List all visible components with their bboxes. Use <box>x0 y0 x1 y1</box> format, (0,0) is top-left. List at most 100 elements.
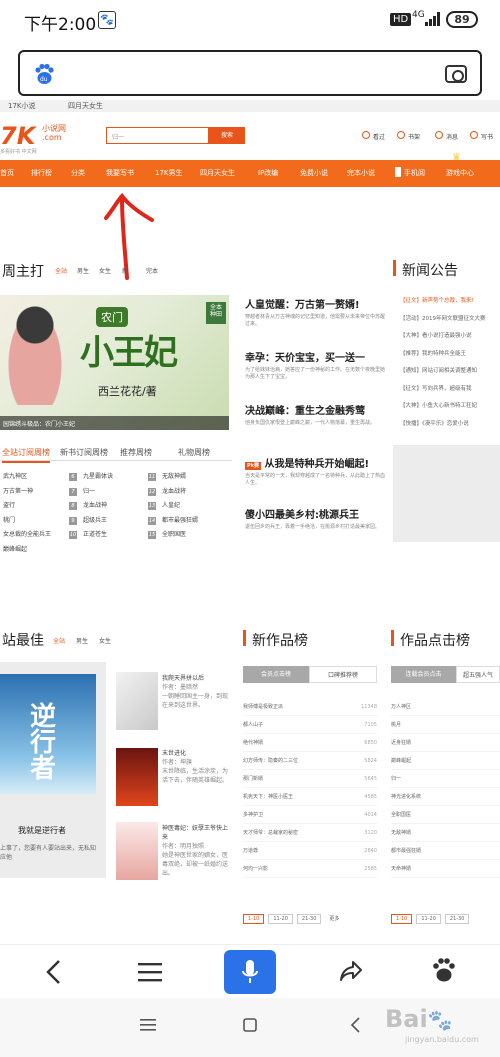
side-book-cover[interactable] <box>116 672 158 730</box>
list-item-title[interactable]: 绝代神婿 <box>243 740 263 746</box>
side-book-info[interactable]: 末世进化 作者：坤旗 末世降临，生活涂炭，为活下去，伴随英雄崛起。 <box>162 749 232 785</box>
page-11-20[interactable]: 11-20 <box>416 914 441 924</box>
browser-search-bar[interactable]: du <box>18 50 482 96</box>
site-search-button[interactable]: 搜索 <box>209 127 245 144</box>
side-book-title[interactable]: 神医毒妃：妖孽王爷快上来 <box>162 824 232 842</box>
list-item[interactable]: 幻方师传：隐秦的二三位 5824 <box>243 752 377 770</box>
rank-item[interactable]: 万古第一神 <box>3 486 67 501</box>
rank-item[interactable]: 11 无敌神婿 <box>148 471 230 486</box>
filter-female[interactable]: 女生 <box>99 266 111 275</box>
strip-tab-17k[interactable]: 17K小说 <box>8 101 36 111</box>
home-square-icon[interactable] <box>243 1018 257 1032</box>
back-icon[interactable] <box>44 959 64 985</box>
notice-text[interactable]: 2019年网文联盟征文大赛 <box>422 316 486 322</box>
list-item-title[interactable]: 多神护卫 <box>243 812 263 818</box>
best-book-title[interactable]: 我就是逆行者 <box>18 825 66 836</box>
list-item[interactable]: 天命神婿 <box>391 860 500 878</box>
filter-male[interactable]: 男生 <box>76 636 88 645</box>
filter-new[interactable]: 新 <box>122 266 128 275</box>
list-item[interactable]: 那门新婿 5645 <box>243 770 377 788</box>
best-book-card[interactable]: 逆行者 我就是逆行者 上事了，您要有人要站出来，无私知应他 <box>0 662 106 878</box>
list-item[interactable]: 万人神区 <box>391 698 500 716</box>
nav-female[interactable]: 四月天女生 <box>200 168 235 178</box>
rank-item[interactable]: 12 龙血战将 <box>148 486 230 501</box>
notice-text[interactable]: 看小说打造最强小说 <box>422 333 472 339</box>
notice-text[interactable]: 《凄平乐》恋爱小说 <box>422 421 469 427</box>
nav-ip[interactable]: IP改编 <box>258 168 278 178</box>
tab-serial-click[interactable]: 连载会员点击 <box>391 666 456 683</box>
link-history[interactable]: 看过 <box>373 132 385 141</box>
rank-title[interactable]: 全职国医 <box>162 531 186 538</box>
nav-home[interactable]: 首页 <box>0 168 14 178</box>
news-headline[interactable]: 幸孕：天价宝宝，买一送一 <box>245 349 385 364</box>
side-book-title[interactable]: 我爬天界拼以后 <box>162 674 232 683</box>
notice-text[interactable]: 网站订阅相关调整通知 <box>422 368 477 374</box>
tab-all-subscribe[interactable]: 全站订阅周榜 <box>2 447 50 463</box>
list-item[interactable]: 我师傅是极致正派 11348 <box>243 698 377 716</box>
rank-item[interactable]: 女总裁的全能兵王 <box>3 529 67 544</box>
rank-title[interactable]: 人皇纪 <box>162 502 180 509</box>
list-item[interactable]: 何均一兴影 2585 <box>243 860 377 878</box>
rank-title[interactable]: 九星霸体诀 <box>83 473 113 480</box>
strip-tab-april[interactable]: 四月天女生 <box>68 101 103 111</box>
recents-menu-icon[interactable] <box>140 1018 156 1032</box>
tab-gift[interactable]: 礼物周榜 <box>178 447 210 458</box>
list-item-title[interactable]: 天才师爷：总裁家的秘密 <box>243 830 298 836</box>
filter-all[interactable]: 全站 <box>55 266 67 275</box>
list-item[interactable]: 万道尊 2840 <box>243 842 377 860</box>
tab-member-click[interactable]: 会员点击榜 <box>243 666 309 683</box>
news-headline-row[interactable]: Pk赛 从我是特种兵开始崛起! <box>245 455 385 470</box>
list-item[interactable]: 神光进化系统 <box>391 788 500 806</box>
link-messages[interactable]: 消息 <box>446 132 458 141</box>
rank-title[interactable]: 都市最强狂婿 <box>162 517 198 524</box>
list-item[interactable]: 机宪天下：神医小医王 4585 <box>243 788 377 806</box>
side-book-info[interactable]: 我爬天界拼以后 作者：墨暗然 一朝睡回国主一身，到现在来到这世界。 <box>162 674 232 710</box>
nav-write[interactable]: 我要写书 <box>106 168 134 178</box>
notice-item[interactable]: 【快播】《凄平乐》恋爱小说 <box>400 419 500 437</box>
rank-item[interactable]: 10 正道苍生 <box>69 529 144 544</box>
rank-title[interactable]: 龙血战神 <box>83 502 107 509</box>
notice-text[interactable]: 我的特种兵全能王 <box>422 351 466 357</box>
news-item[interactable]: 人皇觉醒：万古第一赘婿! 穿越者林青从万古神魂的记忆里知道，他需要从未来帝位中苏… <box>245 296 385 328</box>
list-item[interactable]: 全职国医 <box>391 806 500 824</box>
list-item[interactable]: 天才师爷：总裁家的秘密 3120 <box>243 824 377 842</box>
voice-search-button[interactable] <box>224 950 276 994</box>
list-item[interactable]: 绝代神婿 6850 <box>243 734 377 752</box>
tab-word-of-mouth[interactable]: 口碑推荐榜 <box>309 666 377 683</box>
notice-item[interactable]: 【征文】写向兵界，超级有我 <box>400 384 500 402</box>
nav-mobile[interactable]: 手机阅 <box>404 168 425 178</box>
site-logo[interactable]: 7K <box>0 122 35 150</box>
list-item[interactable]: 桃月 <box>391 716 500 734</box>
list-item[interactable]: 归一 <box>391 770 500 788</box>
list-item-title[interactable]: 都人山子 <box>243 722 263 728</box>
filter-all[interactable]: 全站 <box>53 636 65 645</box>
rank-item[interactable]: 巅峰崛起 <box>3 544 67 559</box>
list-item[interactable]: 多神护卫 4014 <box>243 806 377 824</box>
news-headline[interactable]: 傻小四最美乡村:桃源兵王 <box>245 506 385 521</box>
tab-recommend[interactable]: 推荐周榜 <box>120 447 152 458</box>
notice-text[interactable]: 写向兵界，超级有我 <box>422 386 472 392</box>
news-headline[interactable]: 决战巅峰：重生之金融秀莺 <box>245 402 385 417</box>
featured-banner[interactable]: 农门 小王妃 全本 种田 西兰花花/著 园锦绣斗极品：农门小王妃 <box>0 295 229 430</box>
link-bookshelf[interactable]: 书架 <box>408 132 420 141</box>
notice-item[interactable]: 【通知】网站订阅相关调整通知 <box>400 366 500 384</box>
page-1-10[interactable]: 1-10 <box>391 914 413 924</box>
more-link[interactable]: 更多 <box>325 914 343 923</box>
news-headline[interactable]: 人皇觉醒：万古第一赘婿! <box>245 296 385 311</box>
filter-complete[interactable]: 完本 <box>146 266 158 275</box>
rank-item[interactable]: 8 龙血战神 <box>69 500 144 515</box>
notice-text[interactable]: 新声势个总裁，我来! <box>422 298 474 304</box>
news-item[interactable]: 傻小四最美乡村:桃源兵王 退伍回乡的兵王，靠着一手绝活，在桃源乡村打造最美家园。 <box>245 506 385 531</box>
list-item-title[interactable]: 万道尊 <box>243 848 258 854</box>
list-item[interactable]: 近身狂婿 <box>391 734 500 752</box>
rank-item[interactable]: 15 全职国医 <box>148 529 230 544</box>
notice-item[interactable]: 【大神】小鱼大心新书特工狂妃 <box>400 401 500 419</box>
notice-item[interactable]: 【征文】新声势个总裁，我来! <box>400 296 500 314</box>
notice-item[interactable]: 【大神】看小说打造最强小说 <box>400 331 500 349</box>
list-item-title[interactable]: 机宪天下：神医小医王 <box>243 794 293 800</box>
filter-female[interactable]: 女生 <box>99 636 111 645</box>
side-book-cover[interactable] <box>116 748 158 806</box>
rank-title[interactable]: 无敌神婿 <box>162 473 186 480</box>
nav-category[interactable]: 分类 <box>71 168 85 178</box>
list-item-title[interactable]: 何均一兴影 <box>243 866 268 872</box>
